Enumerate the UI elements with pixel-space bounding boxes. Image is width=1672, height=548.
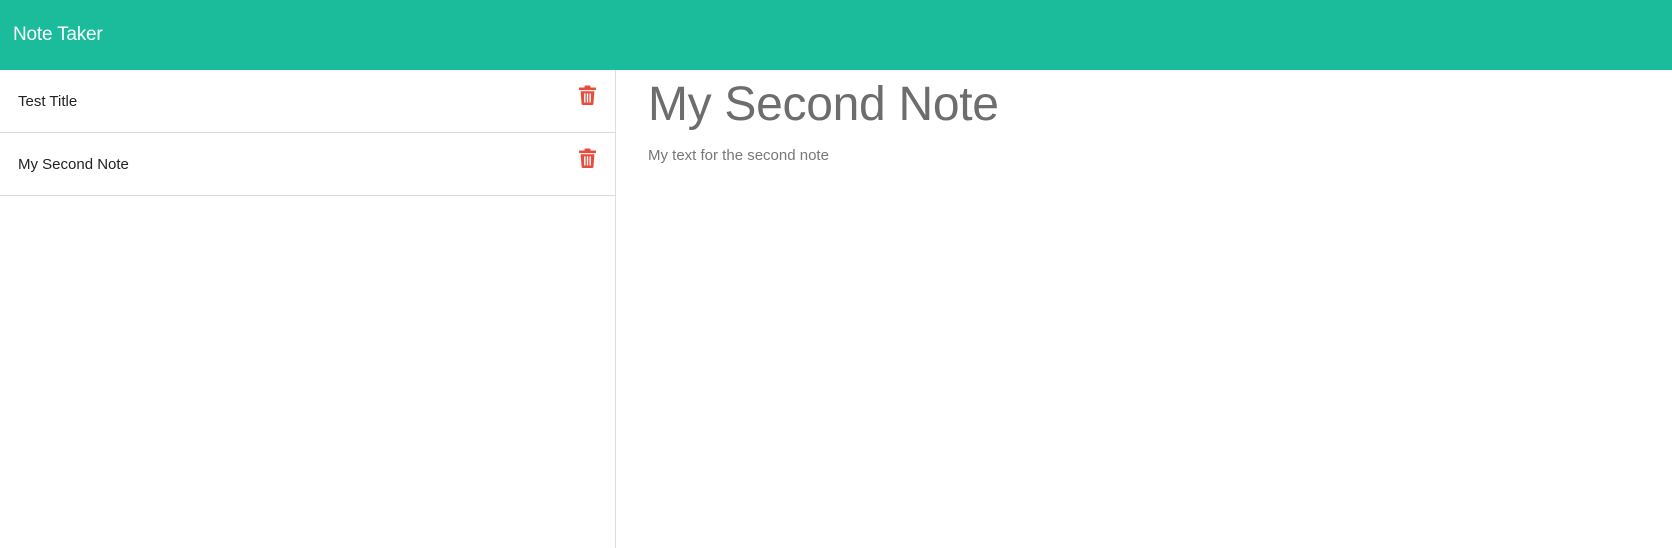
brand-link[interactable]: Note Taker bbox=[13, 24, 103, 46]
note-title: My Second Note bbox=[18, 155, 129, 173]
note-editor: My Second Note My text for the second no… bbox=[617, 70, 1672, 548]
navbar: Note Taker bbox=[0, 0, 1672, 70]
note-title-display[interactable]: My Second Note bbox=[648, 70, 1672, 132]
list-item[interactable]: My Second Note bbox=[0, 133, 615, 196]
notes-sidebar: Test Title My Second Note bbox=[0, 70, 616, 548]
note-title: Test Title bbox=[18, 92, 78, 110]
note-text-display[interactable]: My text for the second note bbox=[648, 147, 1672, 164]
trash-icon[interactable] bbox=[579, 148, 596, 174]
trash-icon[interactable] bbox=[579, 85, 596, 111]
list-item[interactable]: Test Title bbox=[0, 70, 615, 133]
note-list: Test Title My Second Note bbox=[0, 70, 615, 196]
